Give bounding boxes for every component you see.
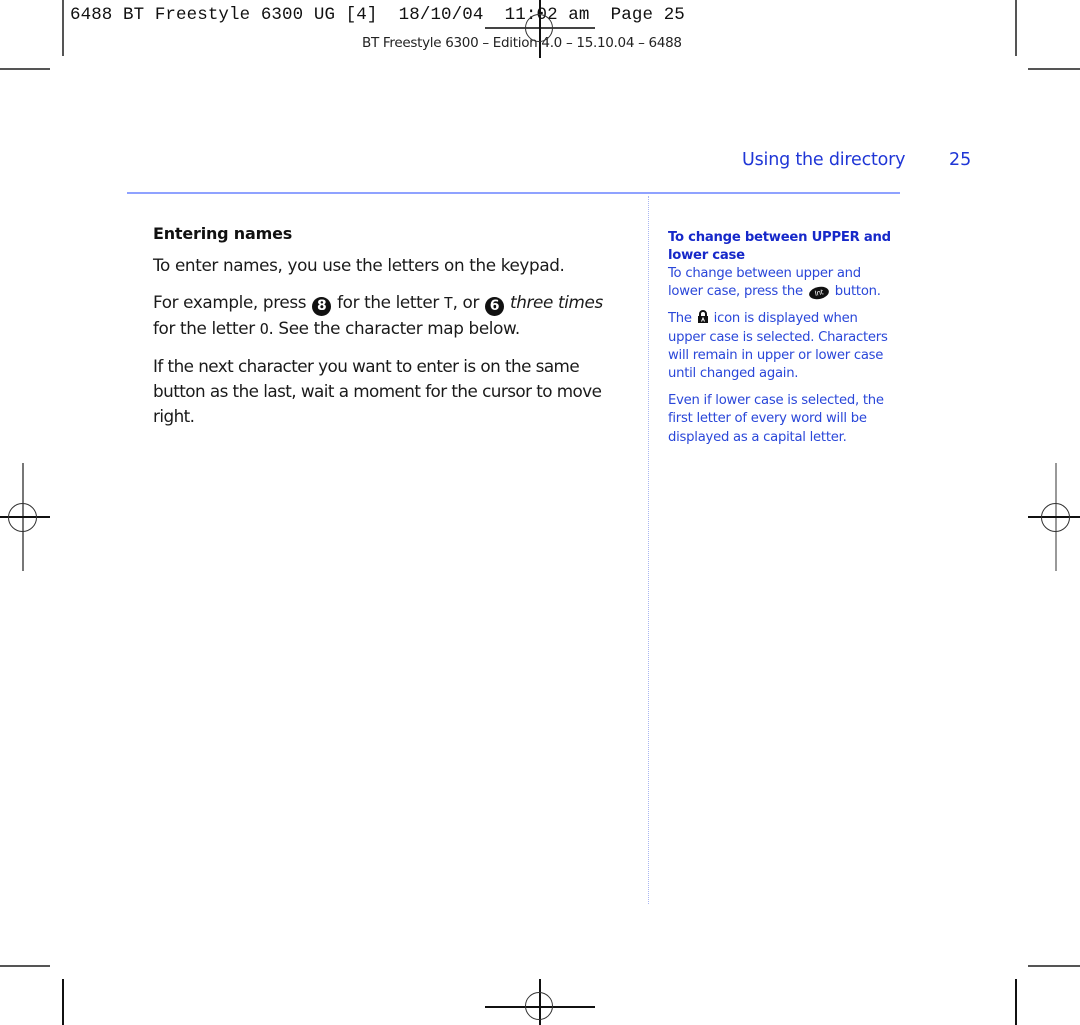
crop-mark (1028, 68, 1080, 70)
crop-mark (0, 965, 50, 967)
crop-mark (1028, 965, 1080, 967)
crop-mark (0, 68, 50, 70)
sidebar-column: To change between UPPER and lower case T… (668, 229, 893, 456)
emphasis-three-times: three times (504, 292, 603, 312)
section-heading: Entering names (153, 224, 293, 243)
edition-line: BT Freestyle 6300 – Edition 4.0 – 15.10.… (362, 35, 682, 51)
crop-mark (62, 979, 64, 1025)
print-slug: 6488 BT Freestyle 6300 UG [4] 18/10/04 1… (70, 5, 685, 25)
key-6-icon: 6 (484, 297, 504, 316)
uppercase-lock-icon (697, 310, 708, 324)
int-button-icon: Int (807, 285, 830, 302)
sidebar-heading: To change between UPPER and lower case (668, 230, 891, 263)
sidebar-paragraph: To change between upper and lower case, … (668, 266, 881, 302)
crop-mark (1015, 979, 1017, 1025)
header-rule (127, 192, 900, 194)
main-column: Entering names To enter names, you use t… (153, 224, 633, 441)
crop-mark (62, 0, 64, 56)
column-divider (648, 196, 649, 904)
crop-mark (1015, 0, 1017, 56)
key-8-icon: 8 (312, 297, 332, 316)
intro-paragraph: To enter names, you use the letters on t… (153, 255, 565, 275)
sidebar-paragraph: The icon is displayed when upper case is… (668, 310, 888, 382)
sidebar-paragraph: Even if lower case is selected, the firs… (668, 393, 884, 445)
section-title: Using the directory (742, 150, 906, 170)
page-number: 25 (949, 150, 972, 170)
cursor-paragraph: If the next character you want to enter … (153, 356, 602, 426)
lcd-letter-t: T (443, 294, 453, 312)
example-paragraph: For example, press 8 for the letter T, o… (153, 292, 603, 338)
